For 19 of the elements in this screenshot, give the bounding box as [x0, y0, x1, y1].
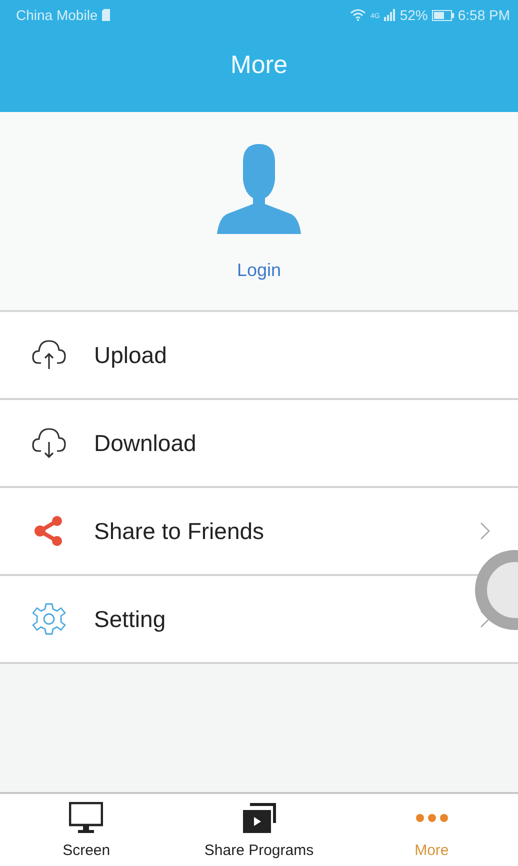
battery-icon [432, 10, 454, 20]
carrier-name: China Mobile [16, 7, 98, 23]
login-link[interactable]: Login [236, 260, 282, 281]
battery-percent: 52% [400, 7, 428, 23]
screen-title: More [230, 50, 288, 80]
monitor-icon [69, 802, 104, 834]
clock-time: 6:58 PM [458, 7, 510, 23]
play-windows-icon [242, 802, 276, 834]
settings-icon [32, 601, 66, 637]
signal-icon [384, 9, 396, 21]
avatar-icon [217, 144, 301, 234]
more-dots-icon [416, 814, 448, 822]
menu-item[interactable]: Setting [0, 576, 518, 664]
menu-item[interactable]: Share to Friends [0, 488, 518, 576]
cloud-download-icon [32, 425, 66, 461]
menu-item[interactable]: Download [0, 400, 518, 488]
menu-item[interactable]: Upload [0, 312, 518, 400]
wifi-icon [350, 9, 366, 21]
sim-icon [102, 9, 110, 21]
